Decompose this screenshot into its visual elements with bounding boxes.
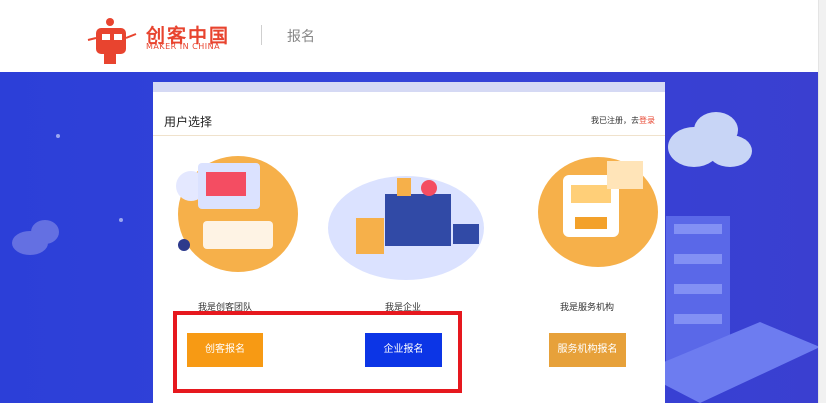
panel-header: 用户选择 我已注册，去登录 <box>153 92 665 136</box>
logo-subtitle: MAKER IN CHINA <box>146 42 221 51</box>
highlight-box <box>173 311 462 393</box>
building-icon <box>640 216 820 403</box>
page-scrollbar[interactable] <box>818 0 826 403</box>
enterprise-illustration-icon <box>328 176 484 280</box>
cloud-icon <box>668 112 752 167</box>
panel-top-band <box>153 82 665 92</box>
login-prompt: 我已注册，去登录 <box>591 115 655 126</box>
site-header: 创客中国 MAKER IN CHINA 报名 <box>0 0 826 72</box>
login-link[interactable]: 登录 <box>639 116 655 125</box>
maker-team-illustration-icon <box>176 156 298 272</box>
cloud-icon <box>12 220 59 255</box>
panel-title: 用户选择 <box>164 115 213 129</box>
login-prefix-text: 我已注册，去 <box>591 116 639 125</box>
service-register-button[interactable]: 服务机构报名 <box>549 333 626 367</box>
header-divider <box>261 25 262 45</box>
page-title: 报名 <box>287 29 315 45</box>
option-label-service: 我是服务机构 <box>559 303 614 313</box>
service-agency-illustration-icon <box>538 157 658 267</box>
